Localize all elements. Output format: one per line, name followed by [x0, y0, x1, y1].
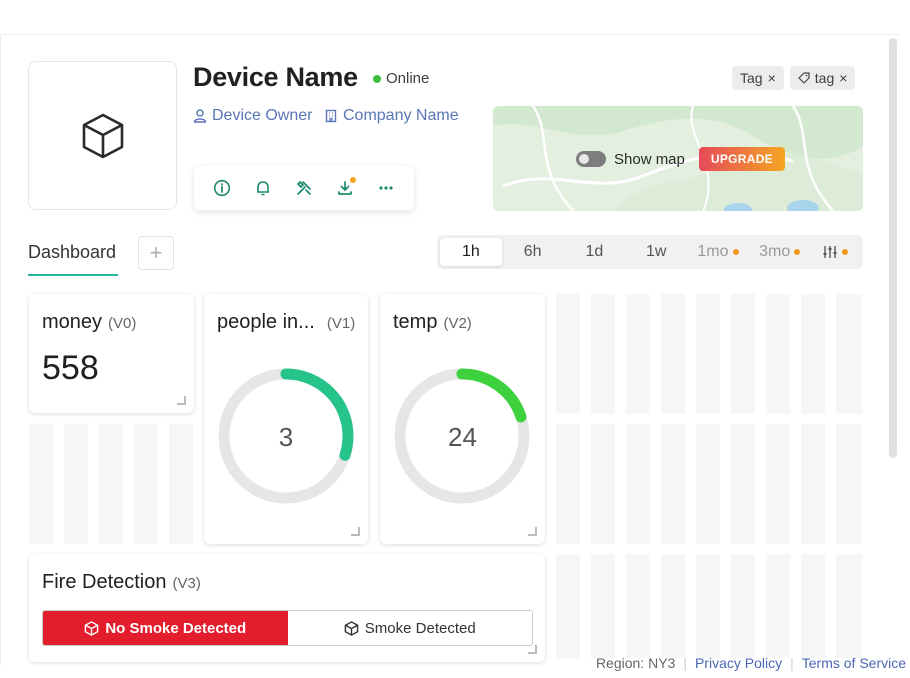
custom-range-button[interactable] [811, 238, 860, 266]
widget-title-label: people in... [217, 311, 315, 333]
widget-title-label: temp [393, 311, 438, 333]
option-no-smoke[interactable]: No Smoke Detected [43, 611, 288, 645]
download-button[interactable] [333, 176, 357, 200]
user-icon [193, 109, 207, 123]
premium-dot [842, 249, 849, 255]
widget-pin: (V1) [326, 315, 356, 332]
range-label: 1mo [697, 243, 729, 260]
option-smoke[interactable]: Smoke Detected [287, 611, 532, 645]
device-owner-link[interactable]: Device Owner [193, 107, 312, 125]
device-title: Device Name [193, 62, 358, 92]
widget-title: people in... (V1) [217, 311, 355, 334]
tag-chip[interactable]: Tag × [732, 66, 784, 90]
tag-label: Tag [740, 70, 763, 86]
more-icon [378, 186, 393, 190]
range-label: 1d [585, 243, 604, 260]
widget-money[interactable]: money (V0) 558 [29, 294, 194, 413]
gauge-value: 3 [278, 422, 294, 452]
range-1d[interactable]: 1d [564, 238, 626, 266]
resize-handle[interactable] [528, 645, 537, 654]
widget-title-label: money [42, 311, 103, 333]
widget-pin: (V2) [443, 315, 472, 332]
divider: | [790, 655, 794, 671]
map-controls: Show map UPGRADE [576, 147, 785, 171]
time-range-selector: 1h 6h 1d 1w 1mo 3mo [437, 235, 863, 269]
device-owner-label: Device Owner [212, 107, 313, 124]
add-tab-button[interactable]: + [138, 236, 174, 270]
upgrade-button[interactable]: UPGRADE [698, 147, 785, 171]
divider: | [683, 655, 687, 671]
notification-dot [349, 177, 356, 183]
range-1h[interactable]: 1h [440, 238, 502, 266]
device-action-bar [194, 166, 414, 210]
tag-list: Tag × tag × [732, 66, 856, 90]
more-button[interactable] [374, 176, 398, 200]
tab-dashboard[interactable]: Dashboard [28, 242, 116, 263]
tools-button[interactable] [292, 176, 316, 200]
cube-icon [85, 620, 99, 636]
range-6h[interactable]: 6h [502, 238, 564, 266]
region-label: Region: NY3 [595, 655, 676, 671]
widget-pin: (V0) [108, 315, 137, 332]
sliders-icon [823, 246, 837, 258]
company-label: Company Name [343, 107, 459, 124]
widget-fire-detection[interactable]: Fire Detection (V3) No Smoke Detected Sm… [29, 554, 545, 662]
widget-people[interactable]: people in... (V1) 3 [204, 294, 368, 544]
range-label: 3mo [759, 243, 791, 260]
info-icon [214, 179, 231, 197]
status-label: Online [386, 70, 430, 87]
scrollbar[interactable] [889, 38, 897, 458]
tools-icon [297, 181, 311, 195]
privacy-link[interactable]: Privacy Policy [695, 655, 782, 671]
notifications-button[interactable] [251, 176, 275, 200]
active-tab-indicator [28, 274, 118, 276]
cube-icon [344, 620, 359, 636]
widget-title-label: Fire Detection [42, 571, 167, 593]
segmented-switch: No Smoke Detected Smoke Detected [42, 610, 533, 646]
widget-title: money (V0) [42, 311, 136, 334]
widget-title: temp (V2) [393, 311, 472, 334]
device-image [28, 61, 177, 210]
tag-label: tag [814, 70, 835, 86]
close-icon[interactable]: × [839, 70, 847, 86]
premium-dot [794, 249, 801, 255]
range-1mo[interactable]: 1mo [687, 238, 749, 266]
info-button[interactable] [210, 176, 234, 200]
widget-title: Fire Detection (V3) [42, 571, 201, 594]
resize-handle[interactable] [528, 527, 537, 536]
resize-handle[interactable] [351, 527, 360, 536]
tag-chip[interactable]: tag × [789, 66, 856, 90]
tag-icon [798, 72, 810, 84]
range-label: 6h [523, 243, 542, 260]
device-status: Online [373, 70, 429, 87]
widget-pin: (V3) [172, 575, 201, 592]
resize-handle[interactable] [177, 396, 186, 405]
building-icon [325, 109, 337, 123]
close-icon[interactable]: × [768, 70, 776, 86]
option-label: No Smoke Detected [105, 619, 247, 637]
widget-temp[interactable]: temp (V2) 24 [380, 294, 545, 544]
range-1w[interactable]: 1w [625, 238, 687, 266]
terms-link[interactable]: Terms of Service [802, 655, 906, 671]
option-label: Smoke Detected [364, 619, 476, 637]
widget-value: 558 [42, 349, 99, 387]
range-label: 1h [461, 243, 480, 260]
status-dot [373, 74, 381, 83]
gauge-value: 24 [448, 422, 477, 452]
premium-dot [732, 249, 739, 255]
range-label: 1w [645, 243, 667, 260]
bell-icon [257, 181, 270, 196]
show-map-toggle[interactable] [576, 151, 606, 167]
show-map-label: Show map [614, 150, 685, 168]
footer: Region: NY3 | Privacy Policy | Terms of … [596, 655, 906, 671]
company-link[interactable]: Company Name [324, 107, 459, 125]
cube-icon [82, 113, 123, 158]
range-3mo[interactable]: 3mo [749, 238, 811, 266]
